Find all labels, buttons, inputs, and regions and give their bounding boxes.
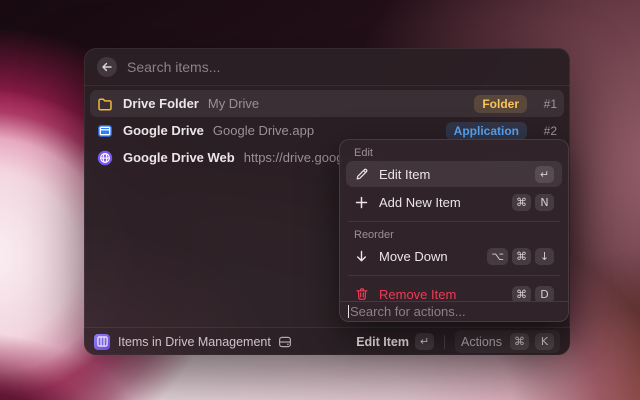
cmd-key-badge: ⌘ <box>512 247 531 265</box>
cmd-key-badge: ⌘ <box>512 193 531 211</box>
plus-icon <box>354 195 369 210</box>
primary-action-button[interactable]: Edit Item <box>356 335 409 349</box>
divider <box>348 275 560 276</box>
app-window-icon <box>97 123 113 139</box>
trash-icon <box>354 287 369 302</box>
item-title: Drive Folder <box>123 96 199 111</box>
option-key-badge: ⌥ <box>487 247 508 265</box>
return-key-badge: ↵ <box>535 165 554 183</box>
menu-item-add-new-item[interactable]: Add New Item ⌘ N <box>346 189 562 215</box>
item-rank: #2 <box>543 123 557 138</box>
divider <box>444 334 445 349</box>
drive-icon <box>278 335 292 349</box>
menu-item-move-down[interactable]: Move Down ⌥ ⌘ ↓ <box>346 243 562 269</box>
section-label-reorder: Reorder <box>354 229 394 241</box>
status-source-label: Items in Drive Management <box>118 334 271 349</box>
menu-item-label: Edit Item <box>379 166 431 182</box>
search-bar <box>84 48 570 86</box>
pencil-icon <box>354 167 369 182</box>
divider <box>348 221 560 222</box>
item-subtitle: Google Drive.app <box>212 123 315 138</box>
item-subtitle: My Drive <box>207 96 260 111</box>
item-badge: Application <box>445 121 527 140</box>
menu-item-label: Remove Item <box>379 286 457 302</box>
item-badge: Folder <box>474 94 527 113</box>
item-rank: #1 <box>543 96 557 111</box>
cmd-key-badge: ⌘ <box>510 333 529 350</box>
actions-search-input[interactable] <box>348 304 560 319</box>
actions-button[interactable]: Actions ⌘ K <box>455 330 560 353</box>
actions-search <box>340 301 568 321</box>
arrow-left-icon <box>102 62 112 71</box>
d-key-badge: D <box>535 285 554 301</box>
actions-label: Actions <box>461 334 502 349</box>
text-caret <box>348 305 349 318</box>
item-title: Google Drive <box>123 123 204 138</box>
folder-icon <box>97 96 113 112</box>
section-label-edit: Edit <box>354 147 373 159</box>
k-key-badge: K <box>535 333 554 350</box>
status-bar: Items in Drive Management Edit Item ↵ Ac… <box>84 327 570 355</box>
list-item-drive-folder[interactable]: Drive Folder My Drive Folder #1 <box>90 90 564 117</box>
n-key-badge: N <box>535 193 554 211</box>
item-title: Google Drive Web <box>123 150 235 165</box>
menu-item-edit-item[interactable]: Edit Item ↵ <box>346 161 562 187</box>
menu-item-label: Move Down <box>379 248 448 264</box>
cmd-key-badge: ⌘ <box>512 285 531 301</box>
arrow-down-icon <box>354 249 369 264</box>
action-panel: Edit Edit Item ↵ Add New Item ⌘ N Reorde… <box>339 139 569 322</box>
return-key-badge: ↵ <box>415 333 434 350</box>
extension-app-icon <box>94 333 110 350</box>
action-panel-list: Edit Edit Item ↵ Add New Item ⌘ N Reorde… <box>340 140 568 301</box>
menu-item-remove-item[interactable]: Remove Item ⌘ D <box>346 281 562 301</box>
search-input[interactable] <box>127 58 557 75</box>
globe-icon <box>97 150 113 166</box>
down-key-badge: ↓ <box>535 247 554 265</box>
back-button[interactable] <box>97 56 117 77</box>
menu-item-label: Add New Item <box>379 194 461 210</box>
